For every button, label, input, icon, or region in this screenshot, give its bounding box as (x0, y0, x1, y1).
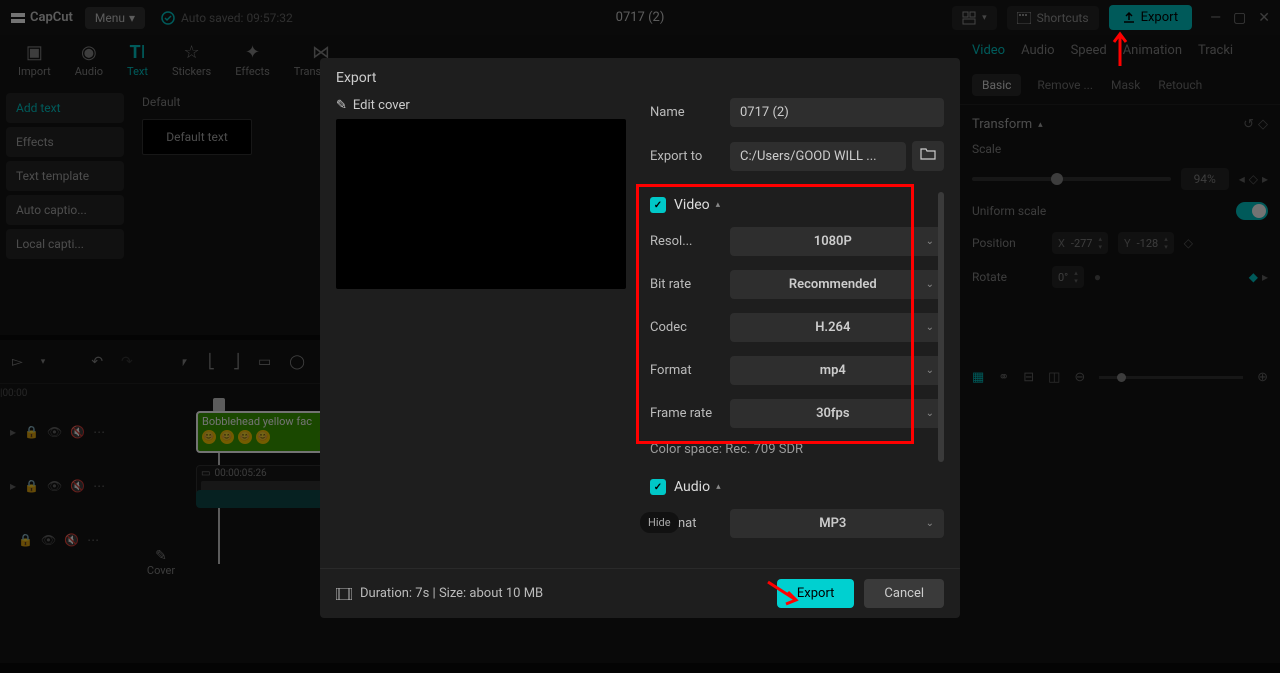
resolution-label: Resol... (650, 234, 730, 249)
edit-cover-label: Edit cover (353, 98, 410, 113)
format-select[interactable]: mp4⌄ (730, 356, 944, 385)
export-modal: Export ✎ Edit cover Name 0717 (2) Export… (320, 58, 960, 618)
preview-box (336, 119, 626, 289)
bitrate-label: Bit rate (650, 277, 730, 292)
edit-cover-button[interactable]: ✎ Edit cover (336, 98, 626, 113)
chevron-down-icon: ⌄ (926, 322, 934, 333)
browse-folder-button[interactable] (912, 141, 944, 171)
resolution-row: Resol... 1080P⌄ (650, 227, 944, 256)
framerate-label: Frame rate (650, 406, 730, 421)
modal-title: Export (320, 58, 960, 98)
duration-text: Duration: 7s | Size: about 10 MB (360, 586, 543, 601)
video-section-header: ✓ Video ▴ (650, 197, 944, 213)
modal-cancel-button[interactable]: Cancel (864, 579, 944, 608)
color-space-text: Color space: Rec. 709 SDR (650, 442, 944, 457)
chevron-down-icon: ⌄ (926, 236, 934, 247)
format-label: Format (650, 363, 730, 378)
chevron-down-icon: ⌄ (926, 518, 934, 529)
resolution-select[interactable]: 1080P⌄ (730, 227, 944, 256)
modal-footer: Duration: 7s | Size: about 10 MB Export … (320, 568, 960, 618)
hide-tooltip: Hide (640, 512, 679, 533)
framerate-row: Frame rate 30fps⌄ (650, 399, 944, 428)
chevron-down-icon: ⌄ (926, 408, 934, 419)
chevron-down-icon: ⌄ (926, 279, 934, 290)
video-checkbox[interactable]: ✓ (650, 197, 666, 213)
name-label: Name (650, 105, 730, 120)
format-row: Format mp4⌄ (650, 356, 944, 385)
export-path: C:/Users/GOOD WILL ... (730, 142, 906, 171)
film-icon (336, 588, 352, 600)
bitrate-select[interactable]: Recommended⌄ (730, 270, 944, 299)
folder-icon (920, 147, 936, 161)
codec-select[interactable]: H.264⌄ (730, 313, 944, 342)
modal-export-button[interactable]: Export (777, 579, 855, 608)
bitrate-row: Bit rate Recommended⌄ (650, 270, 944, 299)
collapse-icon[interactable]: ▴ (716, 482, 721, 492)
preview-column: ✎ Edit cover (336, 98, 626, 568)
duration-info: Duration: 7s | Size: about 10 MB (336, 586, 543, 601)
export-to-row: Export to C:/Users/GOOD WILL ... (650, 141, 944, 171)
video-section-label: Video (674, 197, 710, 213)
codec-label: Codec (650, 320, 730, 335)
name-row: Name 0717 (2) (650, 98, 944, 127)
settings-scrollbar[interactable] (938, 192, 944, 462)
codec-row: Codec H.264⌄ (650, 313, 944, 342)
chevron-down-icon: ⌄ (926, 365, 934, 376)
collapse-icon[interactable]: ▴ (716, 200, 721, 210)
export-to-label: Export to (650, 149, 730, 164)
audio-format-select[interactable]: MP3⌄ (730, 509, 944, 538)
settings-column: Name 0717 (2) Export to C:/Users/GOOD WI… (650, 98, 944, 568)
pencil-icon: ✎ (336, 98, 347, 113)
audio-section-header: ✓ Audio ▴ (650, 479, 944, 495)
audio-format-row: nat MP3⌄ (650, 509, 944, 538)
name-input[interactable]: 0717 (2) (730, 98, 944, 127)
audio-section-label: Audio (674, 479, 710, 495)
audio-checkbox[interactable]: ✓ (650, 479, 666, 495)
framerate-select[interactable]: 30fps⌄ (730, 399, 944, 428)
